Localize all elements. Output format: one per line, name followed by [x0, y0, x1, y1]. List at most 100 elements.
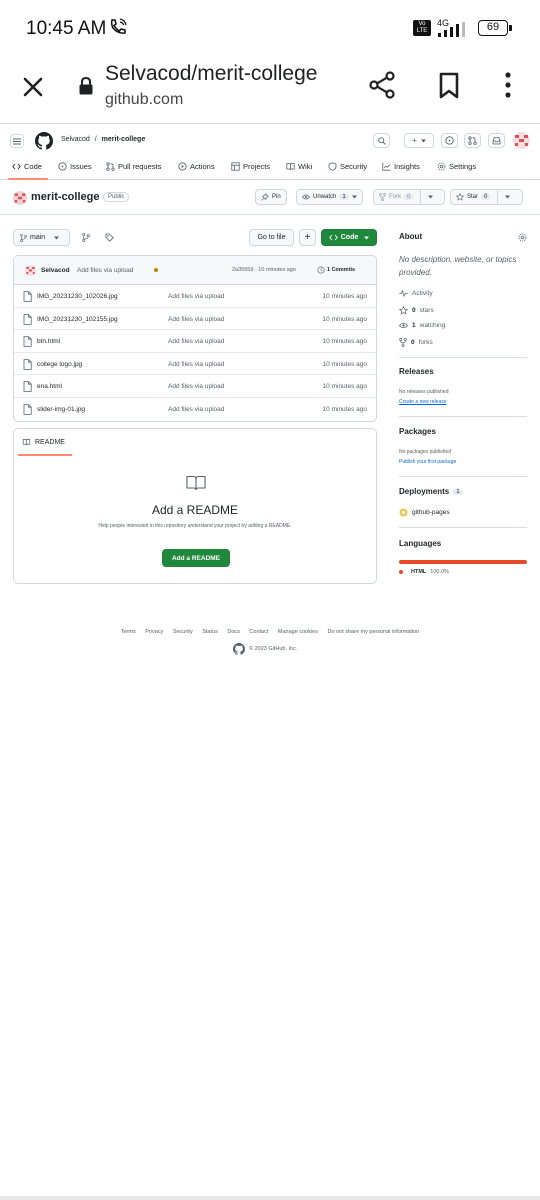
file-commit-message[interactable]: Add files via upload: [168, 406, 224, 413]
file-commit-message[interactable]: Add files via upload: [168, 293, 224, 300]
pull-requests-button[interactable]: [464, 133, 481, 148]
file-name[interactable]: college logo.jpg: [37, 361, 82, 368]
star-button[interactable]: Star 0: [450, 189, 523, 205]
create-new-button[interactable]: +: [404, 133, 434, 148]
issues-button[interactable]: [441, 133, 458, 148]
packages-heading[interactable]: Packages: [399, 427, 436, 436]
tab-projects[interactable]: Projects: [231, 162, 270, 171]
footer-link-security[interactable]: Security: [173, 629, 193, 635]
wifi-call-icon: [110, 18, 127, 34]
breadcrumb-repo[interactable]: merit-college: [102, 136, 146, 143]
avatar[interactable]: [513, 132, 530, 149]
watching-count: 1: [412, 322, 416, 329]
deployments-count: 1: [453, 488, 463, 495]
deployments-heading[interactable]: Deployments 1: [399, 487, 463, 496]
file-name[interactable]: btn.html: [37, 338, 60, 345]
table-row[interactable]: college logo.jpg Add files via upload 10…: [14, 353, 376, 376]
github-logo-icon[interactable]: [233, 643, 245, 655]
footer-link-privacy[interactable]: Privacy: [145, 629, 163, 635]
readme-description: Help people interested in this repositor…: [98, 523, 292, 529]
go-to-file-button[interactable]: Go to file: [249, 229, 294, 246]
file-commit-message[interactable]: Add files via upload: [168, 361, 224, 368]
footer-link-manage-cookies[interactable]: Manage cookies: [278, 629, 318, 635]
file-commit-message[interactable]: Add files via upload: [168, 338, 224, 345]
repo-name[interactable]: merit-college: [31, 191, 99, 203]
tab-security[interactable]: Security: [328, 162, 367, 171]
commit-author-avatar[interactable]: [25, 265, 36, 276]
file-commit-message[interactable]: Add files via upload: [168, 316, 224, 323]
commit-hash-time[interactable]: 2a35559 · 10 minutes ago: [232, 267, 296, 273]
code-dropdown-button[interactable]: Code: [321, 229, 377, 246]
activity-link[interactable]: Activity: [399, 290, 433, 297]
watching-link[interactable]: 1 watching: [399, 322, 445, 329]
more-options-icon[interactable]: [500, 70, 516, 100]
close-icon[interactable]: [18, 72, 48, 102]
readme-tab[interactable]: README: [22, 438, 65, 446]
table-row[interactable]: slider-img-01.jpg Add files via upload 1…: [14, 398, 376, 421]
page-title[interactable]: Selvacod/merit-college: [105, 62, 317, 86]
inbox-button[interactable]: [488, 133, 505, 148]
file-name[interactable]: IMG_20231230_102026.jpg: [37, 293, 118, 300]
pin-button[interactable]: Pin: [255, 189, 287, 205]
table-row[interactable]: IMG_20231230_102155.jpg Add files via up…: [14, 308, 376, 331]
active-tab-indicator: [8, 178, 48, 180]
publish-package-link[interactable]: Publish your first package: [399, 459, 456, 465]
share-icon[interactable]: [368, 70, 398, 100]
bookmark-icon[interactable]: [438, 72, 460, 100]
table-row[interactable]: IMG_20231230_102026.jpg Add files via up…: [14, 285, 376, 308]
fork-button[interactable]: Fork 0: [373, 189, 445, 205]
tab-insights[interactable]: Insights: [382, 162, 420, 171]
create-release-link[interactable]: Create a new release: [399, 399, 447, 405]
footer-link-status[interactable]: Status: [202, 629, 218, 635]
branch-selector[interactable]: main: [13, 229, 70, 246]
commit-author[interactable]: Selvacod: [41, 267, 70, 274]
file-commit-message[interactable]: Add files via upload: [168, 383, 224, 390]
tab-pull-requests[interactable]: Pull requests: [106, 162, 161, 171]
language-item[interactable]: HTML 100.0%: [399, 569, 449, 575]
search-button[interactable]: [373, 133, 390, 148]
inbox-icon: [492, 137, 501, 145]
packages-none-text: No packages published: [399, 449, 451, 455]
table-row[interactable]: ena.html Add files via upload 10 minutes…: [14, 375, 376, 398]
add-file-button[interactable]: +: [299, 229, 316, 246]
file-name[interactable]: ena.html: [37, 383, 62, 390]
footer-link-contact[interactable]: Contact: [249, 629, 268, 635]
gear-icon[interactable]: [518, 233, 527, 242]
language-color-dot: [399, 570, 403, 574]
tab-actions[interactable]: Actions: [178, 162, 215, 171]
pin-icon: [261, 193, 269, 201]
releases-none-text: No releases published: [399, 389, 449, 395]
tab-issues[interactable]: Issues: [58, 162, 92, 171]
forks-link[interactable]: 0 forks: [399, 338, 433, 347]
tag-icon[interactable]: [105, 233, 114, 242]
divider: [399, 357, 527, 358]
hamburger-menu-button[interactable]: [10, 134, 24, 148]
file-name[interactable]: IMG_20231230_102155.jpg: [37, 316, 118, 323]
book-icon: [286, 163, 295, 171]
footer-link-docs[interactable]: Docs: [227, 629, 240, 635]
breadcrumb-owner[interactable]: Selvacod: [61, 136, 90, 143]
file-icon: [23, 404, 32, 415]
file-icon: [23, 291, 32, 302]
releases-heading[interactable]: Releases: [399, 367, 434, 376]
add-readme-button[interactable]: Add a README: [162, 549, 230, 567]
footer-copyright: © 2023 GitHub, Inc.: [233, 643, 297, 655]
git-branch-icon[interactable]: [82, 233, 90, 242]
commit-status-dot[interactable]: [154, 268, 158, 272]
tab-settings[interactable]: Settings: [437, 162, 476, 171]
page-url[interactable]: github.com: [105, 91, 183, 109]
table-row[interactable]: btn.html Add files via upload 10 minutes…: [14, 330, 376, 353]
commit-message[interactable]: Add files via upload: [77, 267, 133, 274]
footer-link-terms[interactable]: Terms: [121, 629, 136, 635]
deployment-item[interactable]: github-pages: [399, 508, 450, 517]
repo-owner-avatar[interactable]: [13, 191, 27, 205]
stars-link[interactable]: 0 stars: [399, 306, 434, 315]
tab-code[interactable]: Code: [12, 162, 42, 171]
file-name[interactable]: slider-img-01.jpg: [37, 406, 85, 413]
github-logo-icon[interactable]: [35, 132, 53, 150]
gear-icon: [437, 162, 446, 171]
commits-link[interactable]: 1 Commits: [317, 266, 355, 274]
footer-link-do-not-share[interactable]: Do not share my personal information: [328, 629, 420, 635]
unwatch-button[interactable]: Unwatch 1: [296, 189, 363, 205]
tab-wiki[interactable]: Wiki: [286, 162, 312, 171]
